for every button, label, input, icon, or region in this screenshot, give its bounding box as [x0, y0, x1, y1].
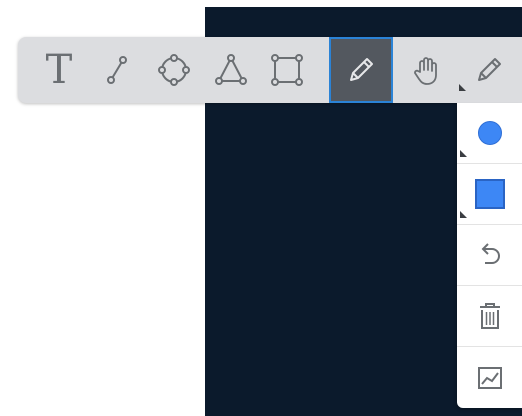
line-tool-button[interactable] [90, 39, 144, 101]
pencil-icon [478, 58, 501, 81]
fill-color-button[interactable] [457, 164, 522, 225]
submenu-indicator-icon [459, 84, 466, 91]
drawing-toolbar: T [18, 37, 522, 103]
delete-button[interactable] [457, 286, 522, 347]
line-icon [107, 56, 127, 84]
hand-icon [414, 57, 437, 85]
circle-swatch-icon [477, 121, 502, 145]
pen-menu-button[interactable] [462, 39, 516, 101]
triangle-icon [215, 54, 247, 85]
pencil-icon [350, 58, 373, 81]
tool-options-panel [457, 103, 522, 408]
circle-tool-button[interactable] [147, 39, 201, 101]
line-chart-icon [477, 366, 502, 389]
undo-button[interactable] [457, 225, 522, 286]
square-swatch-icon [474, 179, 505, 209]
text-tool-button[interactable]: T [32, 39, 86, 101]
text-icon: T [45, 47, 73, 93]
submenu-indicator-icon [460, 150, 467, 157]
rectangle-icon [271, 54, 303, 86]
circle-icon [158, 54, 190, 86]
trash-icon [479, 303, 500, 329]
pan-tool-button[interactable] [400, 39, 454, 101]
pencil-tool-button[interactable] [329, 37, 393, 103]
stroke-color-button[interactable] [457, 103, 522, 164]
undo-icon [481, 243, 500, 264]
rectangle-tool-button[interactable] [260, 39, 314, 101]
triangle-tool-button[interactable] [204, 39, 258, 101]
submenu-indicator-icon [460, 211, 467, 218]
chart-button[interactable] [457, 347, 522, 408]
